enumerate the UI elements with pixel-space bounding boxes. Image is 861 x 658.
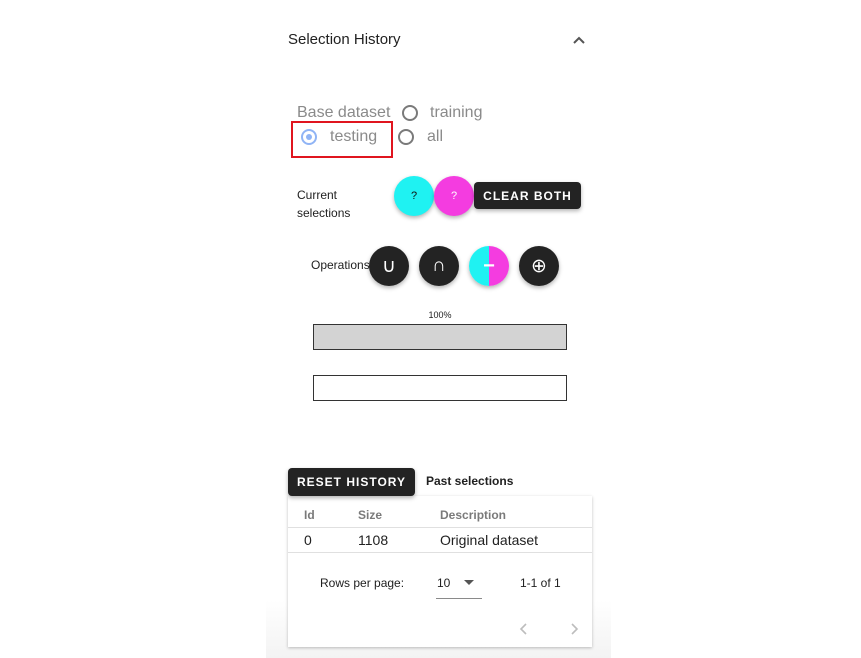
intersection-button[interactable]: ∩ — [419, 246, 459, 286]
progress-percent-label: 100% — [428, 310, 452, 320]
difference-button[interactable]: − — [469, 246, 509, 286]
selection-a-button[interactable]: ? — [394, 176, 434, 216]
size-bar-fill — [314, 325, 566, 349]
column-header-size[interactable]: Size — [358, 508, 382, 522]
base-dataset-label: Base dataset — [297, 104, 391, 121]
rows-per-page-label: Rows per page: — [320, 576, 405, 590]
cell-description: Original dataset — [440, 532, 539, 548]
chevron-right-icon[interactable] — [567, 622, 581, 636]
rows-per-page-select[interactable]: 10 — [437, 576, 450, 590]
cell-id: 0 — [304, 532, 312, 548]
pagination-range: 1-1 of 1 — [520, 576, 561, 590]
rows-per-page-underline — [436, 598, 482, 599]
chevron-left-icon[interactable] — [517, 622, 531, 636]
past-selections-label: Past selections — [426, 474, 514, 488]
radio-label-training: training — [430, 104, 483, 121]
column-header-description[interactable]: Description — [440, 508, 506, 522]
chevron-up-icon[interactable] — [570, 31, 588, 49]
reset-history-button[interactable]: RESET HISTORY — [288, 468, 415, 496]
cell-size: 1108 — [358, 532, 389, 548]
radio-all[interactable] — [398, 129, 414, 145]
panel-title: Selection History — [288, 31, 401, 48]
union-button[interactable]: ∪ — [369, 246, 409, 286]
symmetric-difference-button[interactable]: ⊕ — [519, 246, 559, 286]
radio-training[interactable] — [402, 105, 418, 121]
selection-b-button[interactable]: ? — [434, 176, 474, 216]
clear-both-button[interactable]: CLEAR BOTH — [474, 182, 581, 209]
selection-size-bar — [313, 375, 567, 401]
caret-down-icon[interactable] — [464, 580, 474, 585]
radio-testing[interactable] — [301, 129, 317, 145]
header-divider — [288, 527, 592, 528]
column-header-id[interactable]: Id — [304, 508, 315, 522]
row-divider — [288, 552, 592, 553]
radio-label-all: all — [427, 128, 444, 145]
radio-label-testing: testing — [330, 128, 378, 145]
operations-label: Operations — [311, 258, 370, 272]
size-bar — [313, 324, 567, 350]
current-selections-label: Current selections — [297, 188, 351, 220]
